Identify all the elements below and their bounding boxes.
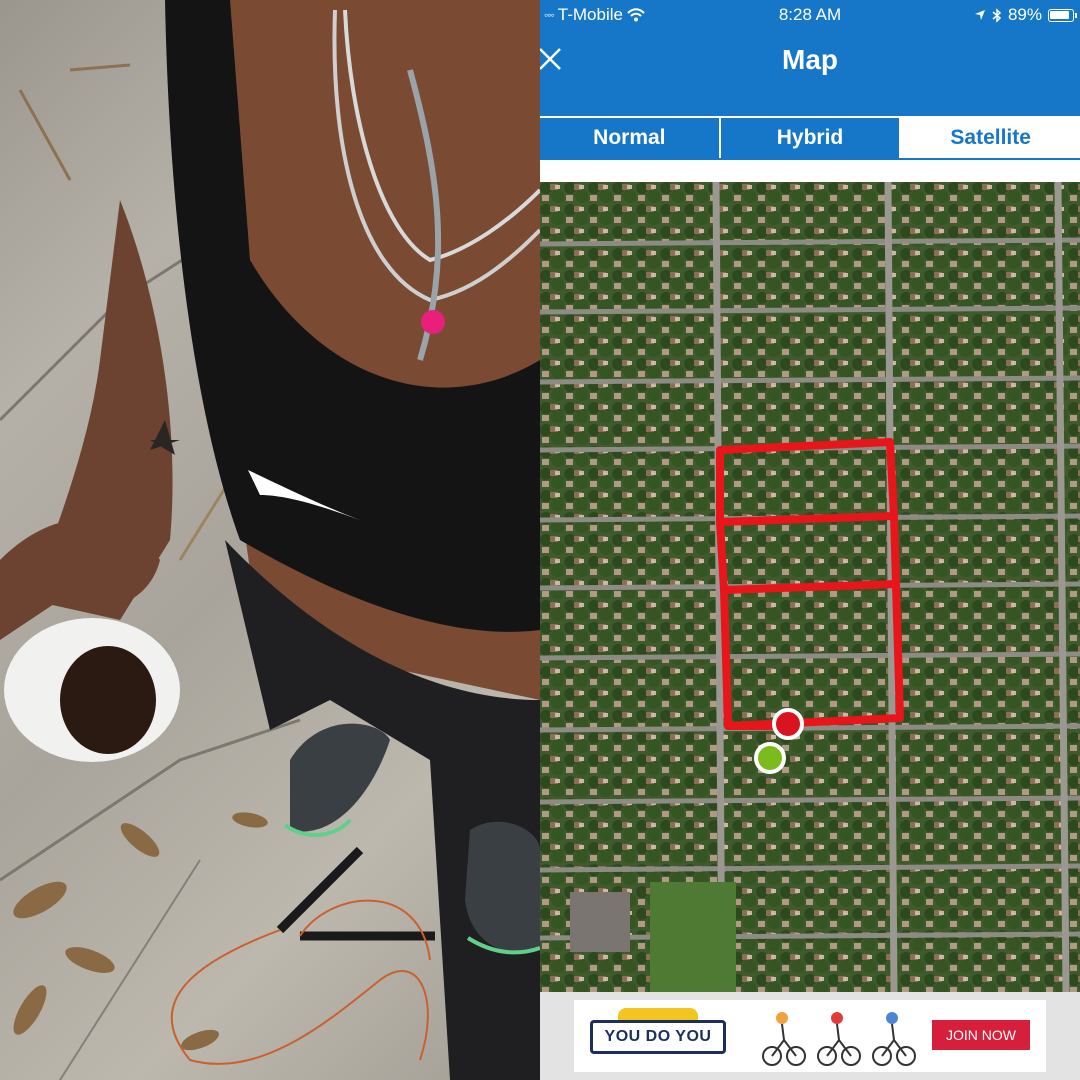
join-now-button[interactable]: JOIN NOW xyxy=(932,1020,1030,1050)
segment-spacer xyxy=(540,160,1080,182)
phone-screen: ◦◦◦ T-Mobile 8:28 AM 89% Map Normal Hybr… xyxy=(540,0,1080,1080)
workout-photo xyxy=(0,0,540,1080)
photo-illustration xyxy=(0,0,540,1080)
map-canvas[interactable] xyxy=(540,182,1080,992)
start-marker-icon xyxy=(754,742,786,774)
bluetooth-icon xyxy=(992,7,1002,23)
ad-logo: YOU DO YOU xyxy=(590,1020,726,1054)
battery-icon xyxy=(1048,8,1077,22)
map-type-segmented-control: Normal Hybrid Satellite xyxy=(540,116,1080,160)
status-right-group: 89% xyxy=(974,5,1077,25)
segment-satellite[interactable]: Satellite xyxy=(899,116,1080,158)
status-bar: ◦◦◦ T-Mobile 8:28 AM 89% xyxy=(540,0,1080,30)
page-title: Map xyxy=(782,44,838,75)
segment-normal[interactable]: Normal xyxy=(540,116,719,158)
cyclists-illustration xyxy=(762,1012,916,1066)
location-arrow-icon xyxy=(974,10,985,20)
battery-percent: 89% xyxy=(1007,5,1042,24)
nav-bar: Map xyxy=(540,30,1080,116)
ad-banner[interactable]: YOU DO YOU JOIN NOW xyxy=(540,992,1080,1080)
segment-hybrid[interactable]: Hybrid xyxy=(718,116,900,158)
end-marker-icon xyxy=(772,708,804,740)
ad-card[interactable]: YOU DO YOU JOIN NOW xyxy=(574,1000,1046,1072)
satellite-map[interactable] xyxy=(540,182,1080,992)
